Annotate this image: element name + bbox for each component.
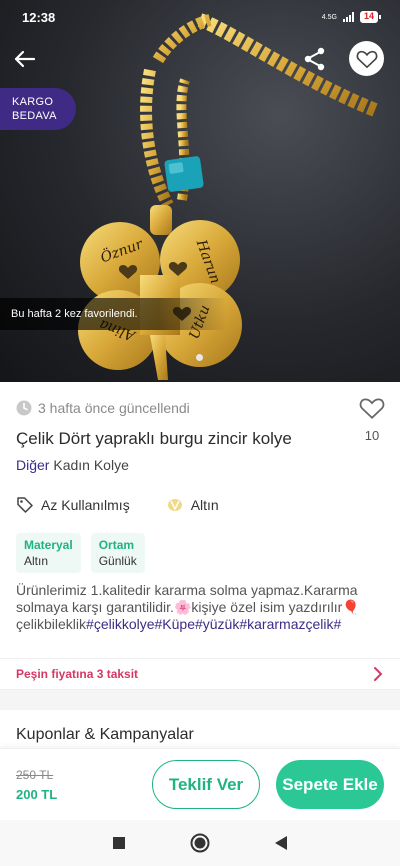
- battery-icon: 14: [359, 11, 382, 23]
- color-attribute: Altın: [166, 497, 219, 513]
- color-swatch-icon: [167, 499, 182, 511]
- attribute-key: Materyal: [24, 538, 73, 552]
- heart-outline-icon[interactable]: [359, 396, 385, 420]
- attribute-value: Altın: [24, 554, 49, 568]
- attribute-chip: Ortam Günlük: [90, 533, 145, 573]
- tag-icon: [17, 497, 33, 513]
- section-divider: [0, 690, 400, 710]
- make-offer-button[interactable]: Teklif Ver: [152, 760, 260, 809]
- clock-icon: [16, 400, 32, 416]
- like-widget[interactable]: 10: [358, 396, 386, 443]
- badge-line-1: KARGO: [12, 96, 54, 108]
- heart-icon: [356, 50, 377, 68]
- coupons-heading: Kuponlar & Kampanyalar: [16, 726, 194, 743]
- category-link[interactable]: Diğer: [16, 457, 49, 473]
- product-image[interactable]: Öznur Harun Utku Alina 12:38 4.5G 14: [0, 0, 400, 382]
- category-breadcrumb: Diğer Kadın Kolye: [16, 457, 129, 473]
- like-count: 10: [364, 428, 380, 443]
- attribute-key: Ortam: [98, 538, 135, 552]
- subcategory-label: Kadın Kolye: [53, 457, 129, 473]
- home-icon[interactable]: [190, 833, 210, 853]
- favorite-button[interactable]: [349, 41, 384, 76]
- attribute-value: Günlük: [98, 554, 137, 568]
- badge-line-2: BEDAVA: [12, 110, 57, 122]
- installment-row[interactable]: Peşin fiyatına 3 taksit: [0, 658, 400, 690]
- share-button[interactable]: [300, 44, 330, 74]
- favorites-note: Bu hafta 2 kez favorilendi.: [0, 298, 226, 330]
- chevron-right-icon: [374, 667, 383, 681]
- status-time: 12:38: [22, 9, 56, 25]
- purchase-bar: 250 TL 200 TL Teklif Ver Sepete Ekle: [0, 748, 400, 820]
- signal-icon: [342, 12, 354, 22]
- product-description: Ürünlerimiz 1.kalitedir kararma solma ya…: [16, 582, 388, 633]
- hashtags-link[interactable]: #çelikkolye#Küpe#yüzük#kararmazçelik#: [86, 616, 341, 632]
- old-price: 250 TL: [16, 768, 54, 782]
- network-type: 4.5G: [321, 13, 337, 21]
- add-to-cart-button[interactable]: Sepete Ekle: [276, 760, 384, 809]
- condition-label: Az Kullanılmış: [41, 497, 130, 513]
- arrow-left-icon: [14, 50, 36, 68]
- back-button[interactable]: [10, 44, 40, 74]
- product-title: Çelik Dört yapraklı burgu zincir kolye: [16, 429, 292, 448]
- recents-icon[interactable]: [112, 836, 126, 850]
- color-label: Altın: [190, 497, 219, 513]
- attribute-chip: Materyal Altın: [16, 533, 81, 573]
- updated-text: 3 hafta önce güncellendi: [38, 400, 190, 416]
- back-triangle-icon[interactable]: [274, 835, 288, 851]
- image-page-indicator: [196, 354, 203, 361]
- updated-info: 3 hafta önce güncellendi: [16, 400, 190, 416]
- free-shipping-badge: KARGO BEDAVA: [0, 88, 76, 130]
- status-bar: 12:38 4.5G 14: [0, 0, 400, 34]
- attribute-chips: Materyal Altın Ortam Günlük: [16, 533, 145, 573]
- installment-label: Peşin fiyatına 3 taksit: [16, 667, 139, 681]
- current-price: 200 TL: [16, 787, 58, 802]
- product-attributes: Az Kullanılmış Altın: [16, 496, 219, 514]
- share-icon: [304, 47, 325, 71]
- condition-attribute: Az Kullanılmış: [16, 496, 130, 514]
- system-nav-bar: [0, 820, 400, 866]
